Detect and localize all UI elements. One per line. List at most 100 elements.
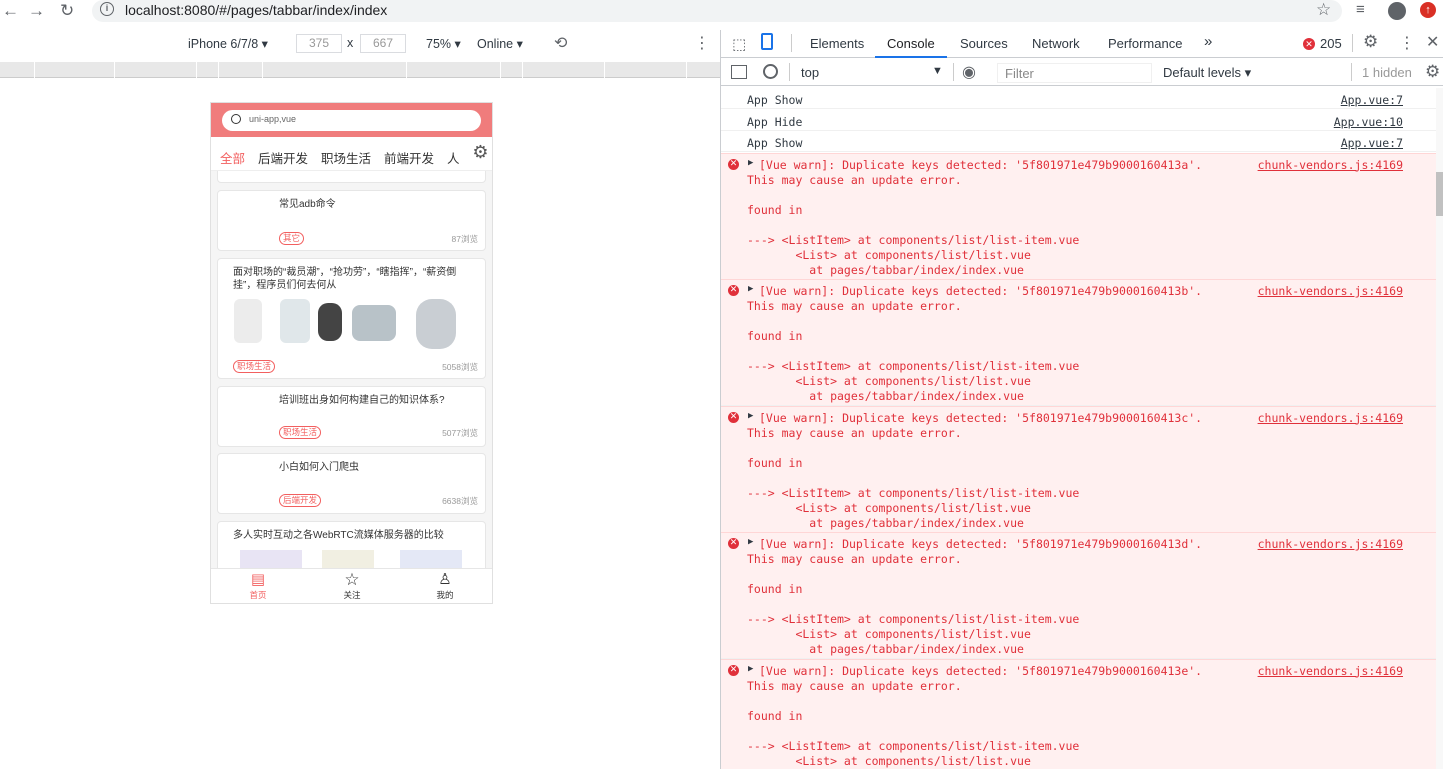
reload-icon[interactable]: ↻ [60,1,74,21]
list-item[interactable]: 小白如何入门爬虫 后端开发 6638浏览 [217,453,486,514]
tabbar-follow[interactable]: ☆ 关注 [322,571,382,601]
tab-backend[interactable]: 后端开发 [258,148,308,167]
console-error-row[interactable]: ✕ ▶ [Vue warn]: Duplicate keys detected: '… [721,152,1436,280]
settings-gear-icon[interactable]: ⚙ [1363,32,1378,52]
bookmark-star-icon[interactable]: ☆ [1316,0,1331,20]
error-message-line: [Vue warn]: Duplicate keys detected: '5f… [759,157,1203,172]
error-icon: ✕ [728,285,739,296]
log-message: App Show [747,93,803,107]
device-mode-icon[interactable] [761,33,773,50]
tab-frontend[interactable]: 前端开发 [384,148,434,167]
source-link[interactable]: chunk-vendors.js:4169 [1258,158,1403,172]
console-log-row[interactable]: App Show App.vue:7 [721,131,1436,152]
bottom-tabbar: ▤ 首页 ☆ 关注 ♙ 我的 [211,568,492,603]
inspect-icon[interactable]: ⬚ [732,35,746,53]
url-text: localhost:8080/#/pages/tabbar/index/inde… [125,2,388,18]
error-count[interactable]: 205 [1320,36,1342,51]
console-toolbar: top ▼ ◉ Filter Default levels ▾ 1 hidden… [721,60,1443,86]
close-icon[interactable]: ✕ [1426,32,1439,52]
height-input[interactable]: 667 [360,34,406,53]
info-icon[interactable]: i [100,2,114,16]
update-icon[interactable]: ↑ [1420,2,1436,18]
filter-input[interactable]: Filter [997,63,1152,83]
error-message-line: at pages/tabbar/index/index.vue [747,642,1024,656]
console-output[interactable]: App Show App.vue:7 App Hide App.vue:10 App S… [721,88,1436,769]
animal-group-image [352,305,396,341]
error-message-line: ---> <ListItem> at components/list/list-… [747,485,1080,500]
more-options-icon[interactable]: ⋮ [1399,33,1415,53]
levels-select[interactable]: Default levels ▾ [1163,65,1251,81]
forward-icon[interactable]: → [28,1,45,21]
live-expression-eye-icon[interactable]: ◉ [962,62,976,82]
list-item[interactable]: 面对职场的“裁员潮”，“抢功劳”，“瞎指挥”，“薪资倒挂”，程序员们何去何从 职… [217,258,486,379]
device-toolbar: iPhone 6/7/8 ▾ 375 x 667 75% ▾ Online ▾ … [0,30,720,58]
scrollbar-thumb[interactable] [1436,172,1443,216]
source-link[interactable]: chunk-vendors.js:4169 [1258,284,1403,298]
console-log-row[interactable]: App Hide App.vue:10 [721,110,1436,131]
error-message-line: at pages/tabbar/index/index.vue [747,389,1024,403]
console-log-row[interactable]: App Show App.vue:7 [721,88,1436,109]
error-message-line: [Vue warn]: Duplicate keys detected: '5f… [759,410,1203,425]
more-options-icon[interactable]: ⋮ [694,33,710,53]
list-item[interactable]: 培训班出身如何构建自己的知识体系? 职场生活 5077浏览 [217,386,486,447]
tab-partial[interactable]: 人 [447,148,460,167]
gear-icon[interactable]: ⚙ [467,142,492,170]
source-link[interactable]: App.vue:7 [1341,93,1403,107]
tab-console[interactable]: Console [887,36,935,51]
console-error-row[interactable]: ✕ ▶ [Vue warn]: Duplicate keys detected: '… [721,532,1436,659]
expand-arrow-icon[interactable]: ▶ [748,158,753,168]
console-error-row[interactable]: ✕ ▶ [Vue warn]: Duplicate keys detected: '… [721,279,1436,406]
context-dropdown-icon[interactable]: ▼ [932,65,943,77]
width-input[interactable]: 375 [296,34,342,53]
search-icon [231,114,241,124]
context-select[interactable]: top [801,65,819,80]
device-select[interactable]: iPhone 6/7/8 ▾ [188,36,268,51]
console-scrollbar[interactable] [1436,88,1443,769]
tab-performance[interactable]: Performance [1108,36,1182,51]
zoom-select[interactable]: 75% ▾ [426,36,461,51]
tabbar-home[interactable]: ▤ 首页 [228,571,288,601]
list-item[interactable]: 多人实时互动之各WebRTC流媒体服务器的比较 [217,521,486,568]
error-message-line: This may cause an update error. [747,552,962,566]
divider [1351,63,1352,81]
expand-arrow-icon[interactable]: ▶ [748,664,753,674]
tab-elements[interactable]: Elements [810,36,864,51]
search-input[interactable]: uni-app,vue [222,110,481,131]
media-query-ruler[interactable] [0,62,720,78]
tab-all[interactable]: 全部 [220,148,245,167]
expand-arrow-icon[interactable]: ▶ [748,284,753,294]
more-tabs-icon[interactable]: » [1204,33,1212,50]
expand-arrow-icon[interactable]: ▶ [748,537,753,547]
error-message-line: found in [747,708,803,723]
console-error-row[interactable]: ✕ ▶ [Vue warn]: Duplicate keys detected: '… [721,405,1436,533]
panda-image [318,303,342,341]
back-icon[interactable]: ← [2,1,19,21]
category-tabs: 全部 后端开发 职场生活 前端开发 人 ⚙ [211,137,492,171]
profile-avatar-icon[interactable] [1388,2,1406,20]
source-link[interactable]: chunk-vendors.js:4169 [1258,411,1403,425]
rotate-icon[interactable]: ⟲ [554,33,567,53]
network-select[interactable]: Online ▾ [477,36,523,51]
sidebar-toggle-icon[interactable] [731,65,747,79]
error-message-line: at pages/tabbar/index/index.vue [747,262,1024,277]
tab-sources[interactable]: Sources [960,36,1008,51]
console-error-row[interactable]: ✕ ▶ [Vue warn]: Duplicate keys detected: '… [721,658,1436,769]
article-title: 面对职场的“裁员潮”，“抢功劳”，“瞎指挥”，“薪资倒挂”，程序员们何去何从 [233,267,457,291]
clear-console-icon[interactable] [763,64,778,79]
article-list[interactable]: 常见adb命令 其它 87浏览 面对职场的“裁员潮”，“抢功劳”，“瞎指挥”，“… [211,171,492,568]
console-settings-gear-icon[interactable]: ⚙ [1425,62,1440,82]
media-control-icon[interactable]: ≡ [1356,1,1365,18]
source-link[interactable]: App.vue:10 [1334,115,1403,129]
source-link[interactable]: chunk-vendors.js:4169 [1258,664,1403,678]
tab-career[interactable]: 职场生活 [321,148,371,167]
list-item[interactable] [217,171,486,183]
expand-arrow-icon[interactable]: ▶ [748,411,753,421]
error-icon[interactable]: ✕ [1303,38,1315,50]
error-message-line: found in [747,329,803,343]
tab-network[interactable]: Network [1032,36,1080,51]
error-message-line: found in [747,202,803,217]
source-link[interactable]: chunk-vendors.js:4169 [1258,537,1403,551]
list-item[interactable]: 常见adb命令 其它 87浏览 [217,190,486,251]
tabbar-mine[interactable]: ♙ 我的 [415,571,475,601]
source-link[interactable]: App.vue:7 [1341,136,1403,150]
